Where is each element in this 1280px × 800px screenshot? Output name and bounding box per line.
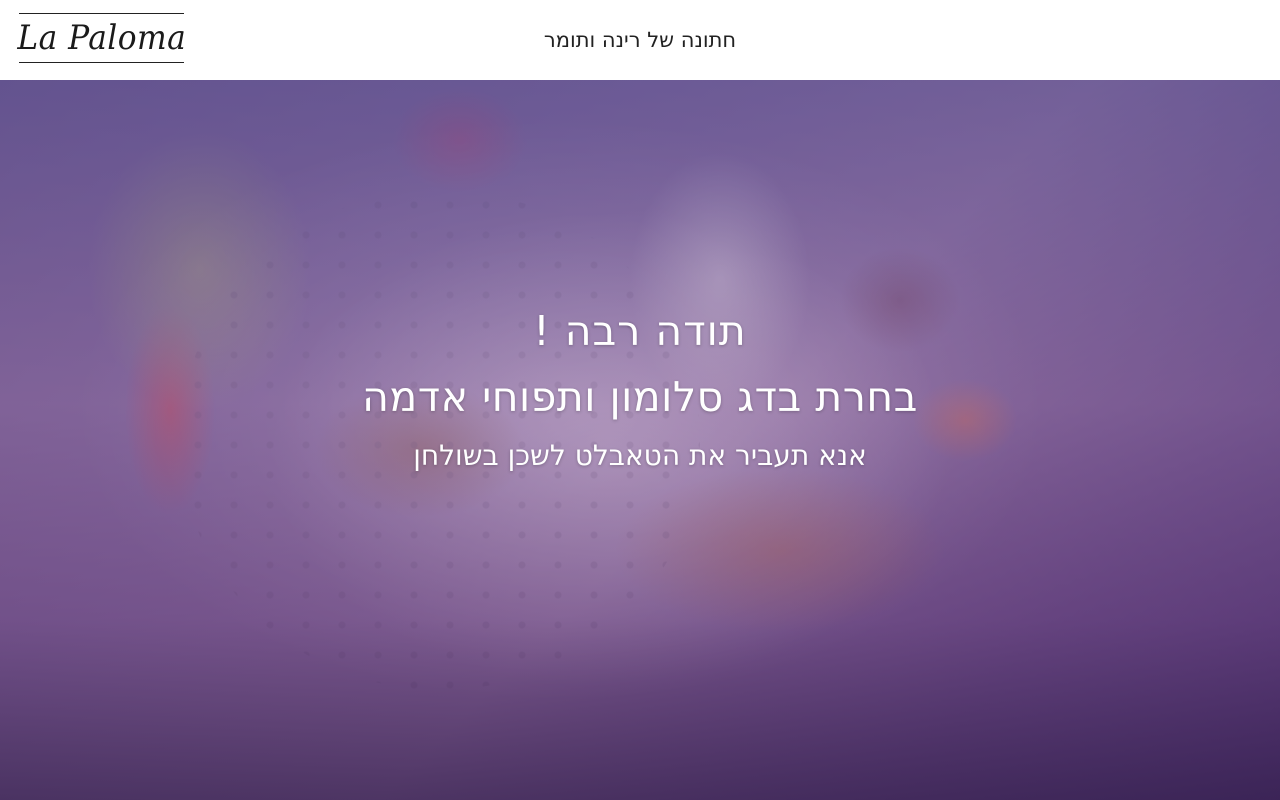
top-header: La Paloma חתונה של רינה ותומר	[0, 0, 1280, 80]
pass-tablet-instruction: אנא תעביר את הטאבלט לשכן בשולחן	[413, 439, 867, 472]
event-title: חתונה של רינה ותומר	[543, 28, 737, 52]
la-paloma-logo[interactable]: La Paloma	[17, 13, 186, 63]
hero-section: תודה רבה ! בחרת בדג סלומון ותפוחי אדמה א…	[0, 80, 1280, 800]
selected-dish-text: בחרת בדג סלומון ותפוחי אדמה	[362, 373, 918, 421]
confirmation-message: תודה רבה ! בחרת בדג סלומון ותפוחי אדמה א…	[0, 300, 1280, 478]
thank-you-heading: תודה רבה !	[533, 307, 747, 355]
logo-text: La Paloma	[17, 18, 186, 58]
